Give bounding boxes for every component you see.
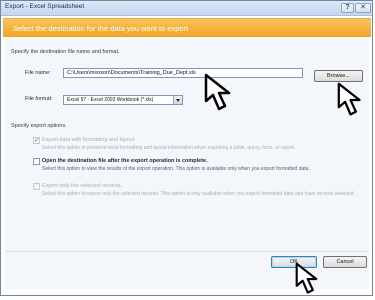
file-name-input[interactable]: C:\Users\mxoxon\Documents\Training_Due_D… — [63, 68, 303, 78]
file-name-label: File name: — [25, 70, 51, 76]
export-selected-records-description: Select this option to export only the se… — [42, 191, 355, 197]
export-options-section-label: Specify export options. — [11, 123, 67, 129]
file-format-select[interactable]: Excel 97 - Excel 2003 Workbook (*.xls) — [63, 95, 183, 105]
open-destination-file-description: Select this option to view the results o… — [42, 166, 310, 172]
file-format-label: File format: — [25, 96, 53, 102]
export-with-formatting-label: Export data with formatting and layout. — [42, 137, 136, 143]
file-format-value: Excel 97 - Excel 2003 Workbook (*.xls) — [67, 97, 154, 103]
destination-section-label: Specify the destination file name and fo… — [11, 49, 120, 55]
chevron-down-icon[interactable] — [173, 96, 182, 104]
pointer-cursor-icon — [295, 262, 318, 294]
export-dialog: Export - Excel Spreadsheet ? ✕ Select th… — [0, 0, 373, 296]
open-destination-file-checkbox[interactable] — [33, 158, 40, 165]
footer-separator — [5, 251, 369, 252]
export-selected-records-label: Export only the selected records. — [42, 183, 123, 189]
cancel-button[interactable]: Cancel — [323, 256, 367, 268]
instruction-banner: Select the destination for the data you … — [3, 18, 371, 37]
title-bar: Export - Excel Spreadsheet ? ✕ — [1, 1, 372, 16]
export-with-formatting-checkbox[interactable]: ✔ — [33, 137, 40, 144]
export-with-formatting-description: Select this option to preserve most form… — [42, 145, 296, 151]
banner-heading: Select the destination for the data you … — [13, 24, 189, 33]
checkmark-icon: ✔ — [34, 137, 40, 144]
open-destination-file-label: Open the destination file after the expo… — [42, 158, 208, 164]
dialog-content: Specify the destination file name and fo… — [5, 39, 369, 289]
window-title: Export - Excel Spreadsheet — [5, 3, 85, 10]
pointer-cursor-icon — [337, 82, 361, 116]
help-icon[interactable]: ? — [341, 3, 354, 13]
export-selected-records-checkbox[interactable] — [33, 183, 40, 190]
close-icon[interactable]: ✕ — [355, 3, 371, 13]
pointer-cursor-icon — [204, 73, 231, 111]
